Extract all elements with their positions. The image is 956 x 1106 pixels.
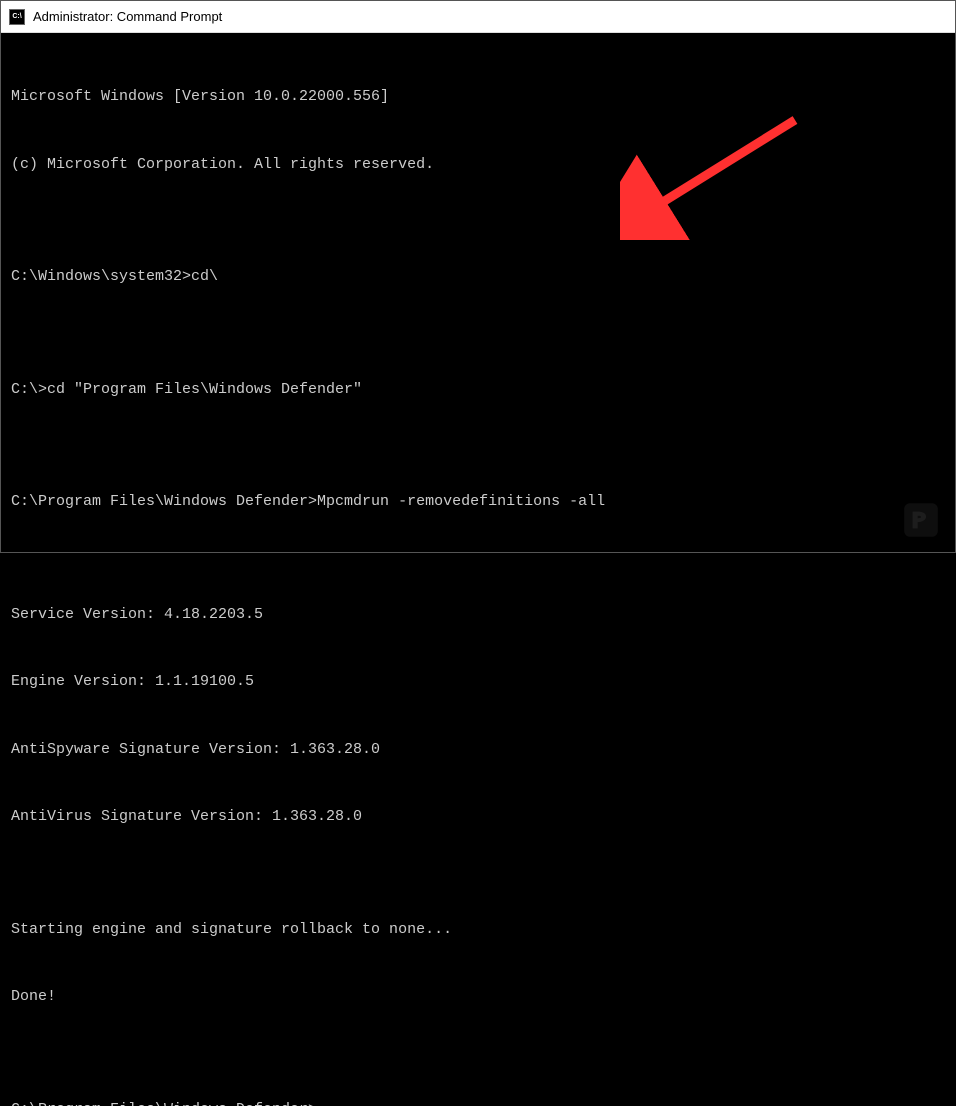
cmd-icon-label: C:\ [12, 13, 21, 20]
terminal-line: AntiSpyware Signature Version: 1.363.28.… [11, 739, 945, 762]
terminal-line: C:\Program Files\Windows Defender> [11, 1099, 945, 1106]
window-title: Administrator: Command Prompt [33, 9, 222, 24]
terminal-line: C:\Windows\system32>cd\ [11, 266, 945, 289]
terminal-line: Microsoft Windows [Version 10.0.22000.55… [11, 86, 945, 109]
terminal-line: C:\Program Files\Windows Defender>Mpcmdr… [11, 491, 945, 514]
terminal-line: AntiVirus Signature Version: 1.363.28.0 [11, 806, 945, 829]
command-prompt-window: C:\ Administrator: Command Prompt Micros… [0, 0, 956, 553]
titlebar[interactable]: C:\ Administrator: Command Prompt [1, 1, 955, 33]
terminal-line: C:\>cd "Program Files\Windows Defender" [11, 379, 945, 402]
terminal-line: Service Version: 4.18.2203.5 [11, 604, 945, 627]
watermark-icon [900, 499, 942, 541]
terminal-line: Done! [11, 986, 945, 1009]
terminal-output[interactable]: Microsoft Windows [Version 10.0.22000.55… [1, 33, 955, 1106]
terminal-line: Engine Version: 1.1.19100.5 [11, 671, 945, 694]
terminal-line: (c) Microsoft Corporation. All rights re… [11, 154, 945, 177]
terminal-line: Starting engine and signature rollback t… [11, 919, 945, 942]
cmd-icon: C:\ [9, 9, 25, 25]
